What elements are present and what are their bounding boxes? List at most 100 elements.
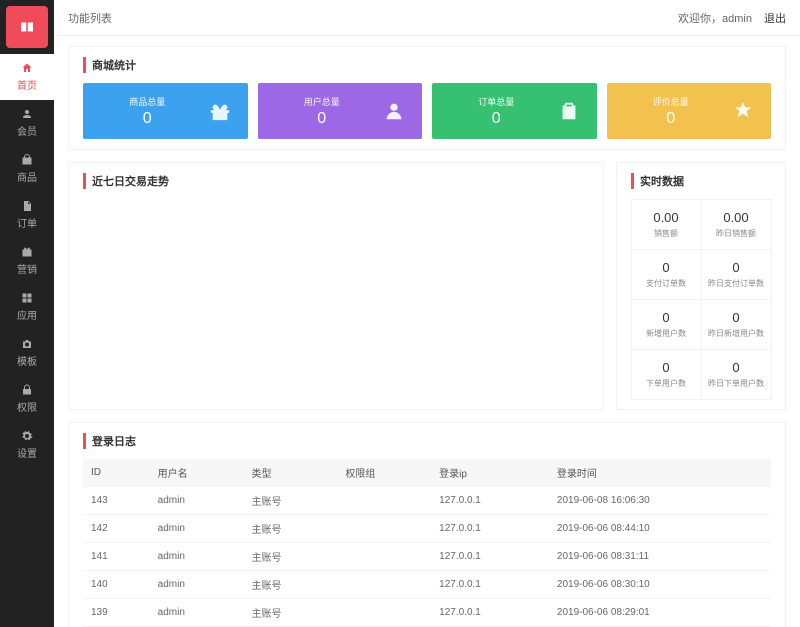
sidebar-item-lock[interactable]: 权限 [0, 376, 54, 422]
doc-icon [21, 200, 33, 212]
sidebar-item-gift[interactable]: 营销 [0, 238, 54, 284]
trend-title: 近七日交易走势 [83, 173, 589, 189]
table-cell: admin [150, 543, 244, 571]
sidebar-item-bag[interactable]: 商品 [0, 146, 54, 192]
sidebar-item-label: 商品 [17, 169, 37, 184]
realtime-label: 昨日新增用户数 [706, 328, 767, 339]
stat-value: 0 [442, 110, 551, 128]
table-cell: 140 [83, 571, 150, 599]
table-cell: 2019-06-06 08:30:10 [549, 571, 771, 599]
giftbox-icon [202, 100, 238, 122]
lock-icon [21, 384, 33, 396]
trend-panel: 近七日交易走势 [68, 162, 604, 410]
star-icon [725, 100, 761, 122]
grid-icon [21, 292, 33, 304]
table-row: 143admin主账号127.0.0.12019-06-08 16:06:30 [83, 487, 771, 515]
realtime-label: 支付订单数 [636, 278, 697, 289]
sidebar-item-camera[interactable]: 模板 [0, 330, 54, 376]
sidebar-item-label: 应用 [17, 307, 37, 322]
realtime-label: 昨日下单用户数 [706, 378, 767, 389]
table-cell [337, 543, 431, 571]
table-cell: admin [150, 599, 244, 627]
gear-icon [21, 430, 33, 442]
stat-card: 商品总量 0 [83, 83, 248, 139]
realtime-cell: 0 昨日新增用户数 [701, 299, 772, 350]
realtime-value: 0 [636, 310, 697, 325]
realtime-value: 0 [706, 260, 767, 275]
sidebar-item-label: 营销 [17, 261, 37, 276]
table-header: 登录时间 [549, 459, 771, 487]
table-cell: 127.0.0.1 [431, 487, 549, 515]
realtime-label: 下单用户数 [636, 378, 697, 389]
table-header: 类型 [244, 459, 338, 487]
logo [6, 6, 48, 48]
table-cell: 主账号 [244, 571, 338, 599]
table-cell: 主账号 [244, 599, 338, 627]
realtime-value: 0.00 [706, 210, 767, 225]
table-header: 权限组 [337, 459, 431, 487]
table-cell: 主账号 [244, 515, 338, 543]
sidebar-item-home[interactable]: 首页 [0, 54, 54, 100]
stat-label: 用户总量 [268, 95, 377, 108]
table-cell: admin [150, 487, 244, 515]
table-row: 141admin主账号127.0.0.12019-06-06 08:31:11 [83, 543, 771, 571]
user-icon [21, 108, 33, 120]
sidebar-item-grid[interactable]: 应用 [0, 284, 54, 330]
sidebar-item-label: 模板 [17, 353, 37, 368]
realtime-cell: 0 昨日支付订单数 [701, 249, 772, 300]
mall-stats-panel: 商城统计 商品总量0用户总量0订单总量0评价总量0 [68, 46, 786, 150]
stat-value: 0 [617, 110, 726, 128]
realtime-value: 0 [636, 360, 697, 375]
sidebar-item-user[interactable]: 会员 [0, 100, 54, 146]
table-cell: 主账号 [244, 543, 338, 571]
page-title: 功能列表 [68, 10, 112, 26]
table-cell: 139 [83, 599, 150, 627]
table-cell [337, 487, 431, 515]
bag-icon [21, 154, 33, 166]
gift-icon [21, 246, 33, 258]
table-row: 139admin主账号127.0.0.12019-06-06 08:29:01 [83, 599, 771, 627]
realtime-panel: 实时数据 0.00销售额0.00昨日销售额0支付订单数0昨日支付订单数0新增用户… [616, 162, 786, 410]
stat-label: 订单总量 [442, 95, 551, 108]
home-icon [21, 62, 33, 74]
login-log-title: 登录日志 [83, 433, 771, 449]
sidebar-item-label: 会员 [17, 123, 37, 138]
sidebar-item-gear[interactable]: 设置 [0, 422, 54, 468]
stat-label: 评价总量 [617, 95, 726, 108]
realtime-value: 0 [706, 360, 767, 375]
table-cell: admin [150, 571, 244, 599]
table-header: 用户名 [150, 459, 244, 487]
table-row: 142admin主账号127.0.0.12019-06-06 08:44:10 [83, 515, 771, 543]
sidebar: 首页会员商品订单营销应用模板权限设置 [0, 0, 54, 627]
table-cell: 2019-06-06 08:31:11 [549, 543, 771, 571]
realtime-value: 0.00 [636, 210, 697, 225]
realtime-cell: 0 支付订单数 [631, 249, 702, 300]
table-header: 登录ip [431, 459, 549, 487]
stat-card: 订单总量 0 [432, 83, 597, 139]
header: 功能列表 欢迎你，admin 退出 [54, 0, 800, 36]
table-cell: 127.0.0.1 [431, 599, 549, 627]
login-log-table: ID用户名类型权限组登录ip登录时间 143admin主账号127.0.0.12… [83, 459, 771, 627]
login-log-panel: 登录日志 ID用户名类型权限组登录ip登录时间 143admin主账号127.0… [68, 422, 786, 627]
realtime-cell: 0.00昨日销售额 [701, 199, 772, 250]
realtime-value: 0 [636, 260, 697, 275]
stat-value: 0 [268, 110, 377, 128]
stat-card: 用户总量 0 [258, 83, 423, 139]
table-cell: 143 [83, 487, 150, 515]
table-cell: 127.0.0.1 [431, 571, 549, 599]
table-cell: 2019-06-08 16:06:30 [549, 487, 771, 515]
sidebar-item-label: 设置 [17, 445, 37, 460]
welcome-text: 欢迎你，admin [678, 10, 752, 26]
realtime-label: 昨日支付订单数 [706, 278, 767, 289]
table-row: 140admin主账号 127.0.0.12019-06-06 08:30:10 [83, 571, 771, 599]
realtime-value: 0 [706, 310, 767, 325]
realtime-cell: 0新增用户数 [631, 299, 702, 350]
logout-link[interactable]: 退出 [764, 10, 786, 26]
table-cell [337, 571, 431, 599]
stat-label: 商品总量 [93, 95, 202, 108]
stat-value: 0 [93, 110, 202, 128]
realtime-label: 销售额 [636, 228, 697, 239]
realtime-cell: 0.00 销售额 [631, 199, 702, 250]
sidebar-item-doc[interactable]: 订单 [0, 192, 54, 238]
stat-card: 评价总量 0 [607, 83, 772, 139]
